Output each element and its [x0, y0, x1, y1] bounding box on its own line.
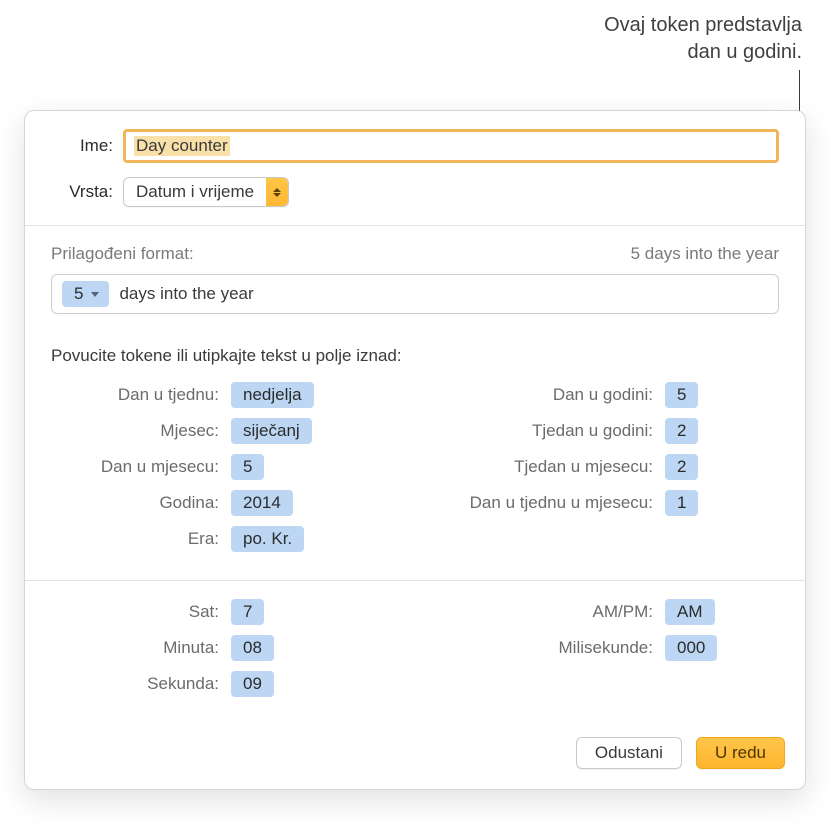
callout-text: Ovaj token predstavlja dan u godini. — [604, 12, 802, 66]
ok-button[interactable]: U redu — [696, 737, 785, 769]
token-era[interactable]: po. Kr. — [231, 526, 304, 552]
label-day-of-year: Dan u godini: — [435, 385, 665, 405]
date-tokens-left: Dan u tjednu:nedjelja Mjesec:siječanj Da… — [51, 382, 395, 562]
format-label: Prilagođeni format: — [51, 244, 194, 264]
format-field[interactable]: 5 days into the year — [51, 274, 779, 314]
label-year: Godina: — [51, 493, 231, 513]
label-dow-in-month: Dan u tjednu u mjesecu: — [435, 493, 665, 513]
token-minute[interactable]: 08 — [231, 635, 274, 661]
name-input-value: Day counter — [134, 136, 230, 156]
token-week-of-year[interactable]: 2 — [665, 418, 698, 444]
token-day-of-year[interactable]: 5 — [665, 382, 698, 408]
cancel-button[interactable]: Odustani — [576, 737, 682, 769]
callout-line2: dan u godini. — [604, 39, 802, 66]
chevron-down-icon — [91, 292, 99, 297]
type-select-value: Datum i vrijeme — [124, 182, 266, 202]
token-day-of-month[interactable]: 5 — [231, 454, 264, 480]
token-week-of-month[interactable]: 2 — [665, 454, 698, 480]
time-tokens-left: Sat:7 Minuta:08 Sekunda:09 — [51, 599, 395, 707]
time-tokens-section: Sat:7 Minuta:08 Sekunda:09 AM/PM:AM Mili… — [25, 580, 805, 725]
label-second: Sekunda: — [51, 674, 231, 694]
label-millis: Milisekunde: — [435, 638, 665, 658]
updown-icon — [266, 178, 288, 206]
tokens-hint: Povucite tokene ili utipkajte tekst u po… — [51, 346, 779, 366]
custom-format-dialog: Ime: Day counter Vrsta: Datum i vrijeme … — [24, 110, 806, 790]
format-section: Prilagođeni format: 5 days into the year… — [25, 225, 805, 332]
token-year[interactable]: 2014 — [231, 490, 293, 516]
date-tokens-section: Povucite tokene ili utipkajte tekst u po… — [25, 332, 805, 580]
label-day-of-week: Dan u tjednu: — [51, 385, 231, 405]
format-suffix-text: days into the year — [119, 284, 253, 304]
format-token-value: 5 — [74, 284, 83, 304]
label-ampm: AM/PM: — [435, 602, 665, 622]
token-millis[interactable]: 000 — [665, 635, 717, 661]
label-hour: Sat: — [51, 602, 231, 622]
name-label: Ime: — [51, 136, 123, 156]
time-tokens-right: AM/PM:AM Milisekunde:000 — [435, 599, 779, 707]
date-tokens-right: Dan u godini:5 Tjedan u godini:2 Tjedan … — [435, 382, 779, 562]
token-second[interactable]: 09 — [231, 671, 274, 697]
label-week-of-month: Tjedan u mjesecu: — [435, 457, 665, 477]
type-select[interactable]: Datum i vrijeme — [123, 177, 289, 207]
format-preview: 5 days into the year — [631, 244, 779, 264]
format-token-day-of-year[interactable]: 5 — [62, 281, 109, 307]
type-label: Vrsta: — [51, 182, 123, 202]
dialog-footer: Odustani U redu — [25, 725, 805, 789]
label-day-of-month: Dan u mjesecu: — [51, 457, 231, 477]
header-section: Ime: Day counter Vrsta: Datum i vrijeme — [25, 111, 805, 225]
token-hour[interactable]: 7 — [231, 599, 264, 625]
label-minute: Minuta: — [51, 638, 231, 658]
token-day-of-week[interactable]: nedjelja — [231, 382, 314, 408]
callout-line1: Ovaj token predstavlja — [604, 12, 802, 39]
token-ampm[interactable]: AM — [665, 599, 715, 625]
label-era: Era: — [51, 529, 231, 549]
token-dow-in-month[interactable]: 1 — [665, 490, 698, 516]
token-month[interactable]: siječanj — [231, 418, 312, 444]
label-week-of-year: Tjedan u godini: — [435, 421, 665, 441]
name-input[interactable]: Day counter — [123, 129, 779, 163]
label-month: Mjesec: — [51, 421, 231, 441]
